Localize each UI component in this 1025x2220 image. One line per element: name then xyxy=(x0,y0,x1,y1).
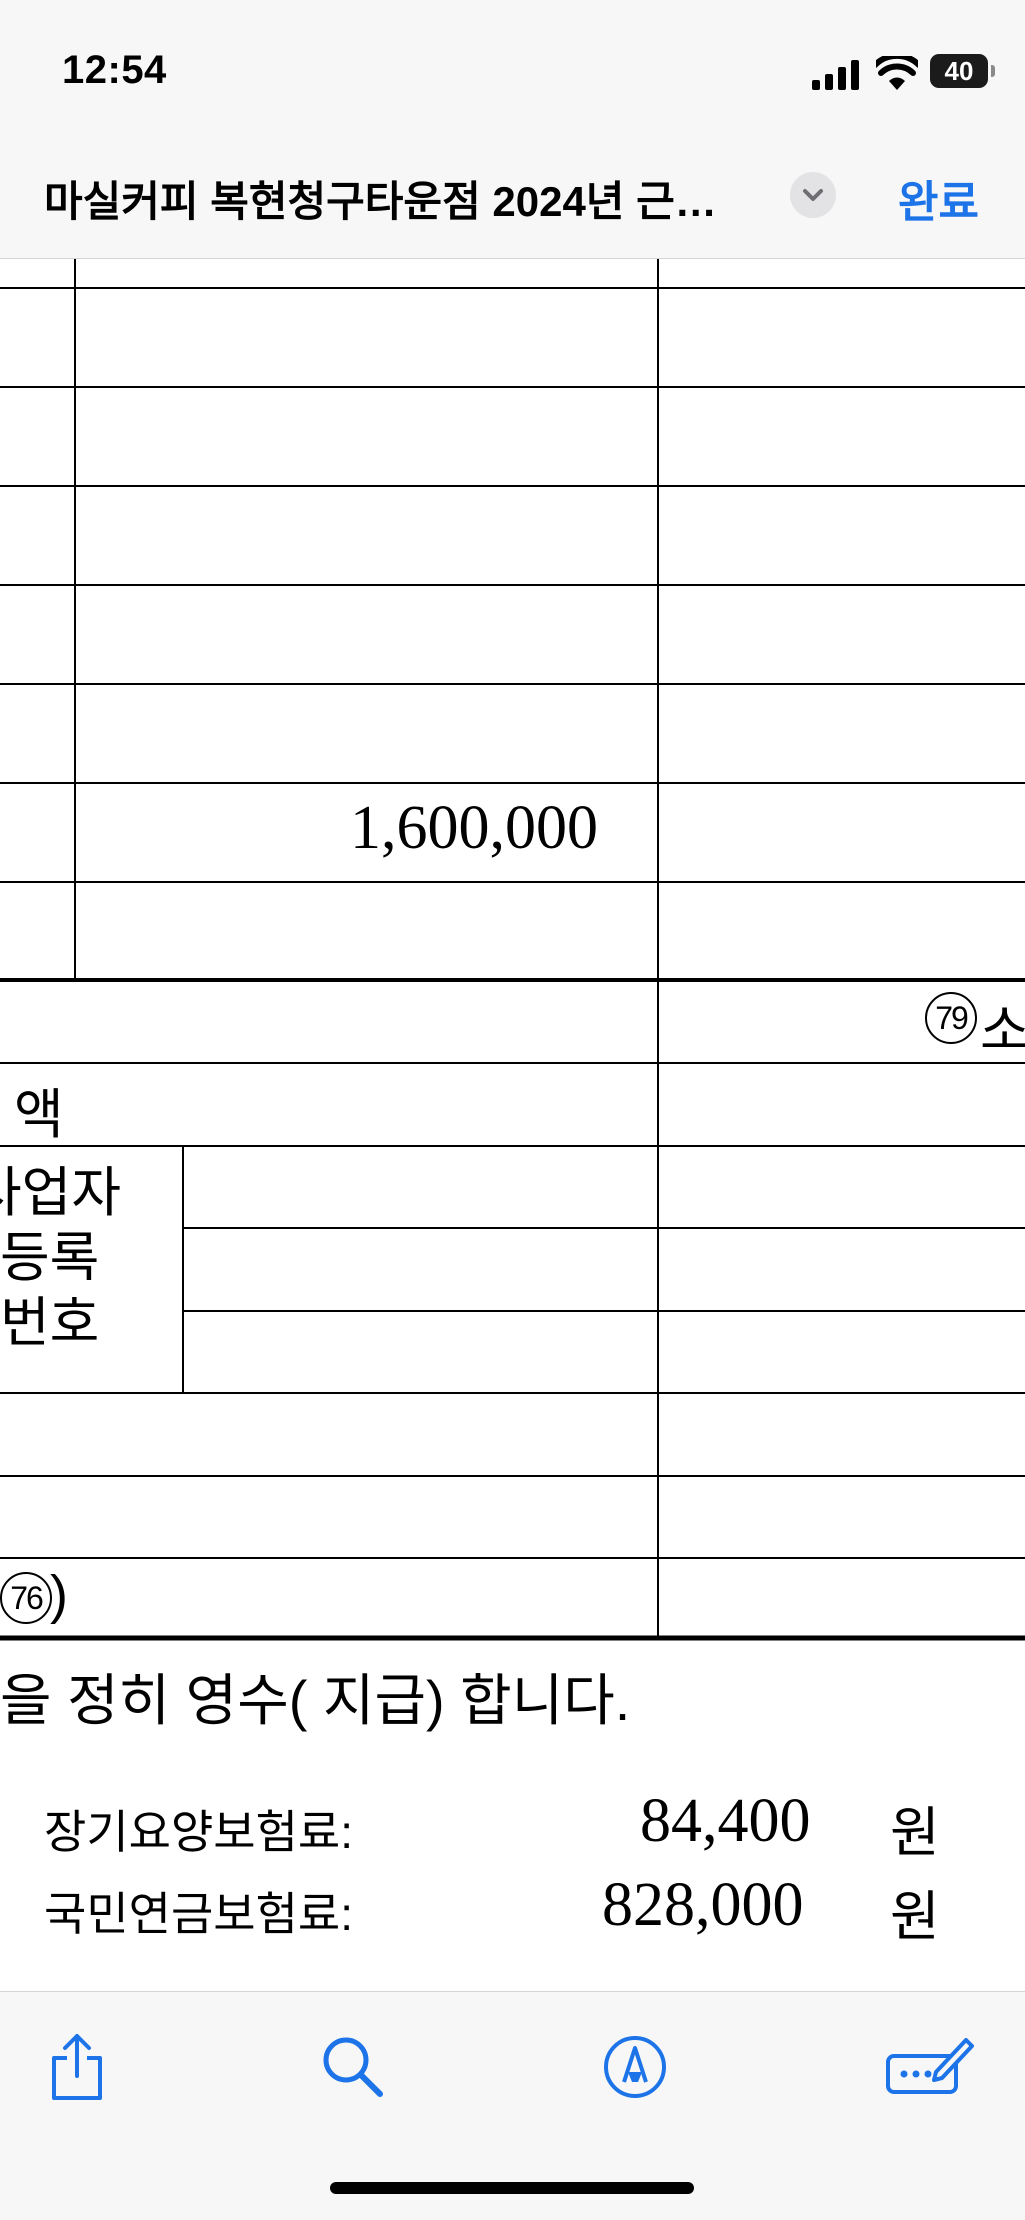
business-label-line3: 번호 xyxy=(0,1293,100,1353)
top-bar: 12:54 40 마실커피 복현청구타운점 2024년 근… 완료 xyxy=(0,0,1025,259)
form-fill-icon[interactable] xyxy=(884,2032,974,2102)
share-icon[interactable] xyxy=(42,2032,112,2102)
cellular-signal-icon xyxy=(812,60,859,90)
title-dropdown-button[interactable] xyxy=(790,172,836,218)
done-button[interactable]: 완료 xyxy=(898,166,979,230)
pension-insurance-value: 828,000 xyxy=(602,1871,804,1939)
marker-79-label: 소 xyxy=(980,1001,1025,1061)
circled-number-79: 79 xyxy=(925,992,977,1044)
document-page[interactable]: 1,600,000 79 소 액 사업자 등록 번호 76 ) 을 정히 영수(… xyxy=(0,258,1025,1991)
receipt-sentence: 을 정히 영수( 지급) 합니다. xyxy=(0,1669,631,1732)
search-icon[interactable] xyxy=(318,2032,388,2102)
markup-icon[interactable] xyxy=(600,2032,670,2102)
amount-label: 액 xyxy=(14,1085,64,1145)
battery-icon: 40 xyxy=(930,54,995,88)
circled-number-76: 76 xyxy=(0,1572,52,1624)
chevron-down-icon xyxy=(803,189,823,201)
pension-insurance-label: 국민연금보험료: xyxy=(44,1888,354,1940)
home-indicator xyxy=(330,2182,694,2194)
pension-insurance-currency: 원 xyxy=(890,1887,940,1947)
amount-cell: 1,600,000 xyxy=(350,794,598,862)
status-time: 12:54 xyxy=(62,48,167,92)
marker-79: 79 xyxy=(925,992,977,1044)
wifi-icon xyxy=(876,56,918,90)
marker-76: 76 xyxy=(0,1572,52,1624)
marker-76-paren: ) xyxy=(50,1565,68,1625)
ltc-insurance-value: 84,400 xyxy=(640,1787,811,1855)
ltc-insurance-label: 장기요양보험료: xyxy=(44,1806,354,1858)
battery-level: 40 xyxy=(944,56,974,86)
ltc-insurance-currency: 원 xyxy=(890,1803,940,1863)
document-title[interactable]: 마실커피 복현청구타운점 2024년 근… xyxy=(44,168,789,229)
